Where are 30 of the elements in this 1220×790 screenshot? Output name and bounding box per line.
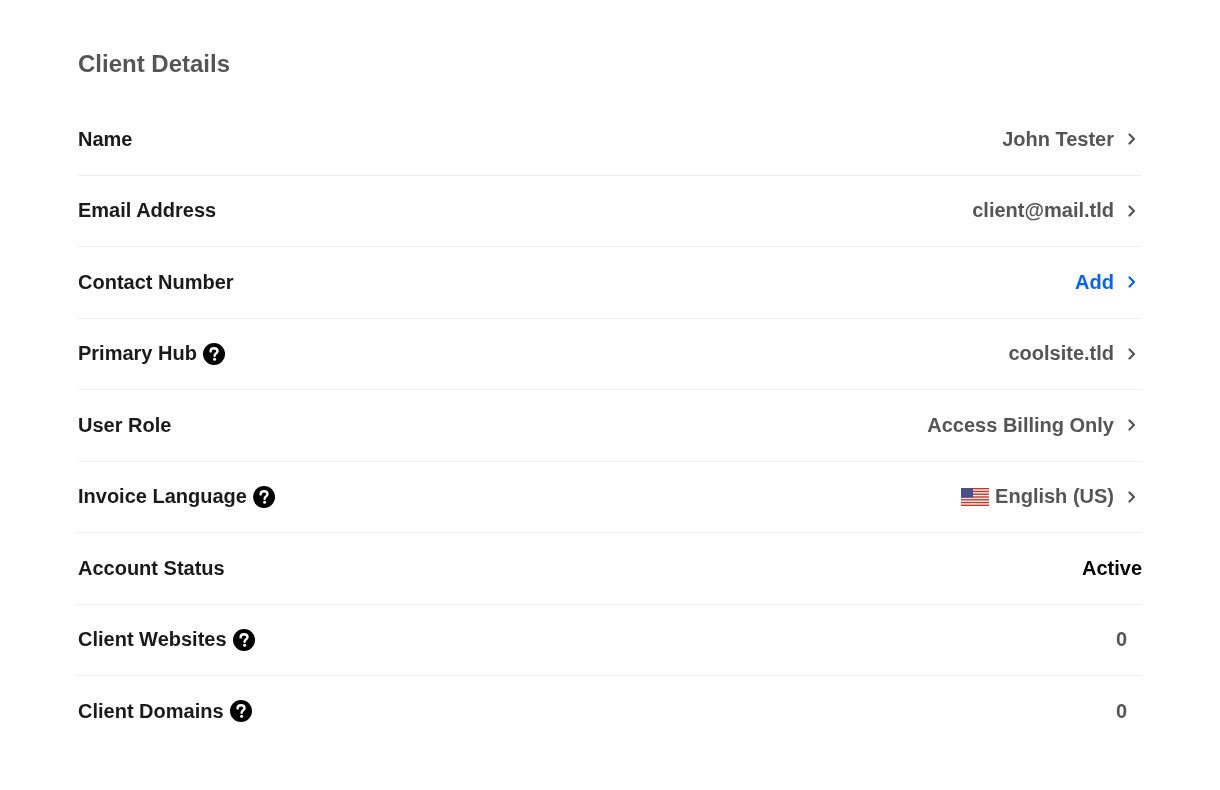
help-icon[interactable] xyxy=(202,342,225,365)
value-link[interactable]: Access Billing Only xyxy=(927,413,1142,437)
field-label: Primary Hub xyxy=(78,342,197,366)
field-label: User Role xyxy=(78,413,172,437)
value-link[interactable]: client@mail.tld xyxy=(972,199,1142,223)
field-label: Client Domains xyxy=(78,699,224,723)
section-title: Client Details xyxy=(78,49,231,79)
chevron-icon xyxy=(1128,204,1136,217)
chevron-icon xyxy=(1128,347,1136,360)
chevron-icon xyxy=(1128,419,1136,432)
flag-icon xyxy=(961,487,990,506)
count-text: 0 xyxy=(1115,628,1127,652)
field-label: Email Address xyxy=(78,199,217,223)
chevron-icon xyxy=(1128,276,1136,289)
help-icon[interactable] xyxy=(252,485,275,508)
value-link[interactable]: coolsite.tld xyxy=(1008,342,1142,366)
add-link[interactable]: Add xyxy=(1075,270,1142,294)
field-label: Account Status xyxy=(78,556,225,580)
value-link[interactable]: English (US) xyxy=(995,485,1142,509)
field-label: Name xyxy=(78,127,133,151)
count-text: 0 xyxy=(1115,699,1127,723)
field-label: Client Websites xyxy=(78,628,227,652)
chevron-icon xyxy=(1128,490,1136,503)
chevron-icon xyxy=(1128,133,1136,146)
help-icon[interactable] xyxy=(229,700,252,723)
status-text: Active xyxy=(1081,556,1142,580)
field-label: Invoice Language xyxy=(78,485,247,509)
value-link[interactable]: John Tester xyxy=(1002,127,1142,151)
help-icon[interactable] xyxy=(232,628,255,651)
field-label: Contact Number xyxy=(78,270,234,294)
